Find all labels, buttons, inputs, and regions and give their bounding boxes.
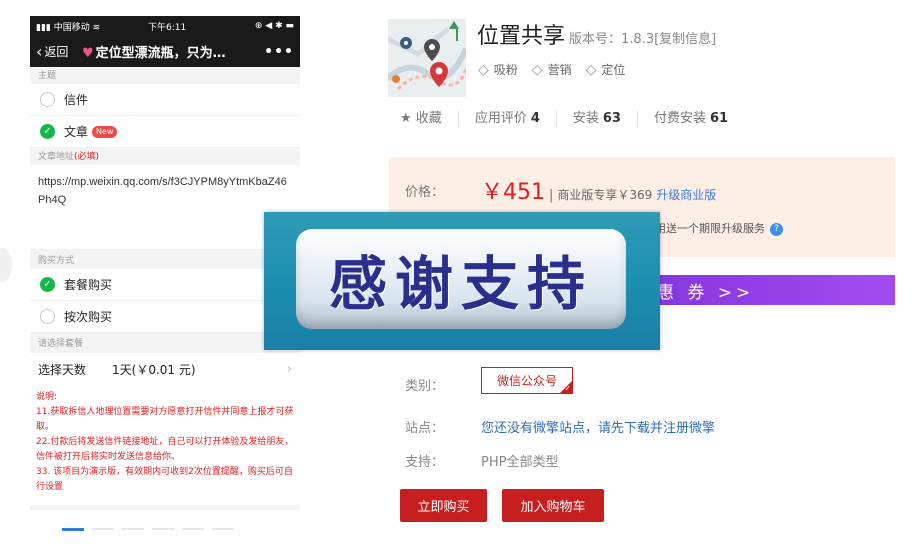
option-package[interactable]: ✓ 套餐购买 bbox=[30, 269, 300, 301]
business-price: 商业版专享￥369 bbox=[557, 188, 653, 202]
paid-install-stat: 付费安装 61 bbox=[653, 111, 729, 126]
star-icon: ★ bbox=[400, 111, 412, 126]
carousel-dot[interactable] bbox=[152, 528, 174, 530]
phone-screenshot: ▮▮▮ 中国移动 ≋ 下午6:11 ⊕ ◀ ✱ ▬ ‹ 返回 ♥ 定位型漂流瓶，只… bbox=[30, 16, 300, 510]
carousel-prev-handle[interactable] bbox=[0, 248, 12, 282]
radio-checked-icon: ✓ bbox=[40, 124, 55, 139]
install-stat: 安装 63 bbox=[557, 111, 638, 127]
support-value: PHP全部类型 bbox=[481, 455, 559, 470]
carousel-dot[interactable] bbox=[212, 528, 234, 530]
add-to-cart-button[interactable]: 加入购物车 bbox=[502, 489, 604, 522]
back-button[interactable]: ‹ 返回 bbox=[36, 43, 82, 60]
app-stats: ★ 收藏 应用评价 4 安装 63 付费安装 61 bbox=[400, 111, 744, 127]
category-row: 类别： 微信公众号 ✓ bbox=[405, 367, 574, 394]
chevron-left-icon: ‹ bbox=[36, 41, 43, 61]
app-tags: ◇ 吸粉 ◇ 营销 ◇ 定位 bbox=[478, 61, 625, 78]
chevron-right-icon: › bbox=[286, 361, 292, 377]
thanks-support-banner: 感谢支持 bbox=[264, 212, 660, 350]
tag-item[interactable]: ◇ 定位 bbox=[586, 61, 626, 78]
status-icons: ⊕ ◀ ✱ ▬ bbox=[254, 21, 294, 31]
carousel-dot[interactable] bbox=[122, 528, 144, 530]
tag-item[interactable]: ◇ 吸粉 bbox=[478, 61, 518, 78]
tag-icon: ◇ bbox=[478, 61, 489, 78]
section-theme-label: 主题 bbox=[30, 67, 300, 84]
support-row: 支持： PHP全部类型 bbox=[405, 451, 558, 470]
carousel-dots bbox=[62, 528, 234, 531]
section-plan-label: 请选择套餐 bbox=[30, 333, 300, 353]
heart-icon: ♥ bbox=[82, 46, 94, 61]
rating-stat[interactable]: 应用评价 4 bbox=[459, 111, 557, 127]
option-article[interactable]: ✓ 文章 New bbox=[30, 116, 300, 148]
option-per-use[interactable]: 按次购买 bbox=[30, 301, 300, 333]
site-row: 站点： 您还没有微擎站点，请先下载并注册微擎 bbox=[405, 417, 715, 436]
section-url-label: 文章地址(必填) bbox=[30, 148, 300, 165]
carousel-dot[interactable] bbox=[92, 528, 114, 530]
tag-icon: ◇ bbox=[531, 61, 543, 78]
radio-unchecked-icon bbox=[40, 92, 55, 107]
app-title: 位置共享 版本号：1.8.3[复制信息] bbox=[477, 24, 717, 49]
gift-note: 用送一个期限升级服务? bbox=[655, 220, 783, 236]
favorite-button[interactable]: ★ 收藏 bbox=[400, 111, 459, 127]
wechat-nav-bar: ‹ 返回 ♥ 定位型漂流瓶，只为… ••• bbox=[30, 36, 300, 67]
new-badge: New bbox=[92, 125, 118, 138]
carousel-dot[interactable] bbox=[182, 528, 204, 530]
help-icon[interactable]: ? bbox=[770, 222, 783, 236]
carousel-dot[interactable] bbox=[62, 528, 84, 531]
days-select[interactable]: 选择天数 1天(￥0.01 元) › bbox=[30, 353, 300, 385]
app-version[interactable]: 版本号：1.8.3[复制信息] bbox=[569, 32, 716, 47]
description-note: 说明: 11.获取拆信人地理位置需要对方愿意打开信件并同意上报才可获取。 22.… bbox=[30, 385, 300, 505]
category-tag[interactable]: 微信公众号 ✓ bbox=[481, 367, 574, 394]
app-icon bbox=[388, 19, 466, 97]
section-buy-label: 购买方式 bbox=[30, 249, 300, 269]
price-value: ￥451 | 商业版专享￥369 升级商业版 bbox=[481, 180, 717, 205]
upgrade-business-link[interactable]: 升级商业版 bbox=[656, 188, 716, 202]
article-url-field[interactable]: https://mp.weixin.qq.com/s/f3CJYPM8yYtmK… bbox=[30, 165, 300, 249]
tag-icon: ◇ bbox=[585, 61, 597, 78]
buy-now-button[interactable]: 立即购买 bbox=[400, 489, 487, 522]
price-label: 价格： bbox=[405, 185, 445, 200]
radio-unchecked-icon bbox=[40, 309, 55, 324]
page-title: ♥ 定位型漂流瓶，只为… bbox=[82, 46, 226, 61]
thanks-support-text: 感谢支持 bbox=[328, 250, 593, 318]
more-button[interactable]: ••• bbox=[264, 44, 294, 60]
check-icon: ✓ bbox=[564, 384, 572, 393]
tag-item[interactable]: ◇ 营销 bbox=[532, 61, 572, 78]
status-bar: ▮▮▮ 中国移动 ≋ 下午6:11 ⊕ ◀ ✱ ▬ bbox=[30, 16, 300, 36]
signal-carrier: ▮▮▮ 中国移动 ≋ bbox=[36, 22, 101, 33]
register-site-link[interactable]: 您还没有微擎站点，请先下载并注册微擎 bbox=[481, 417, 715, 436]
status-time: 下午6:11 bbox=[148, 22, 187, 33]
radio-checked-icon: ✓ bbox=[40, 277, 55, 292]
option-letter[interactable]: 信件 bbox=[30, 84, 300, 116]
